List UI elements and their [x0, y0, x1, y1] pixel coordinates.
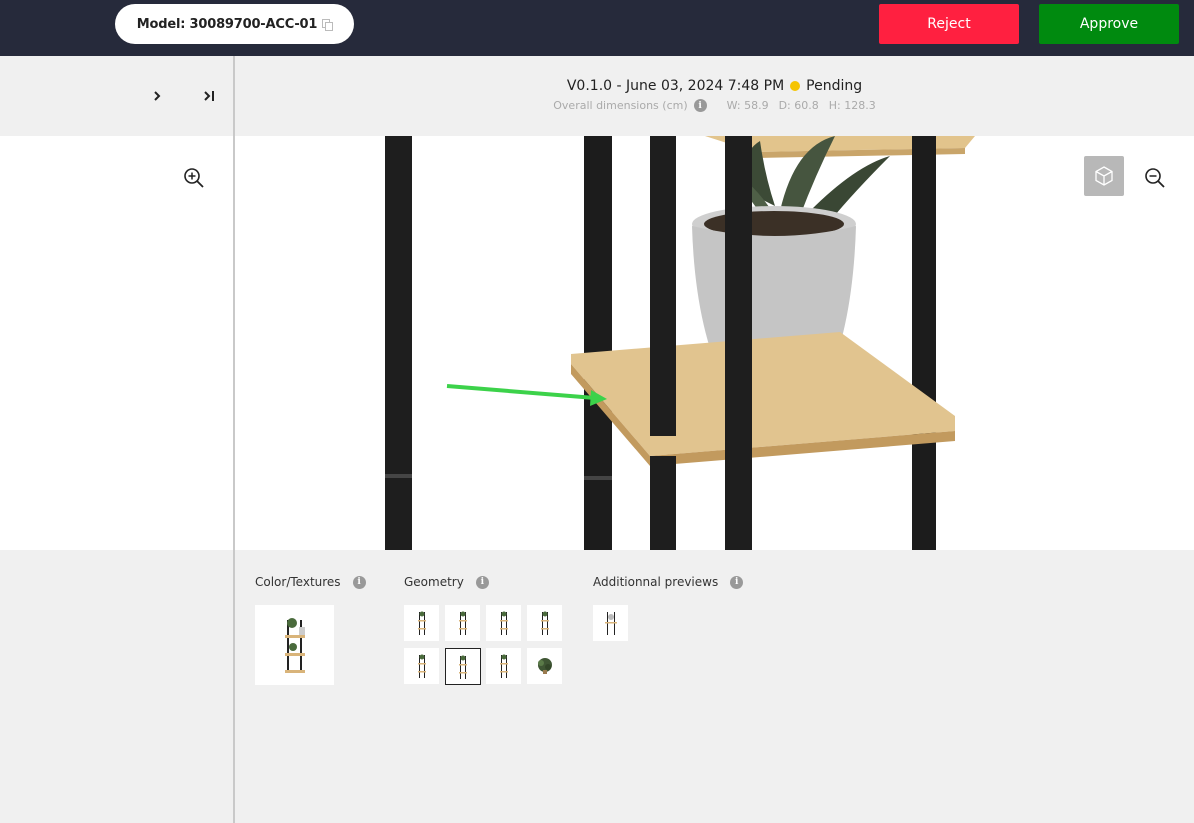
dimension-height: H: 128.3	[828, 99, 876, 112]
additional-preview-thumbnail[interactable]	[593, 605, 628, 641]
version-text: V0.1.0 - June 03, 2024 7:48 PM	[566, 78, 785, 94]
cube-icon	[1095, 166, 1113, 186]
status-dot-icon	[790, 81, 801, 91]
version-header: V0.1.0 - June 03, 2024 7:48 PM Pending O…	[235, 56, 1194, 136]
plant-stand-render	[385, 136, 975, 550]
zoom-in-icon[interactable]	[182, 166, 206, 190]
geometry-thumbnail[interactable]	[486, 648, 521, 684]
expand-full-icon[interactable]	[199, 86, 219, 106]
dimensions-line: Overall dimensions (cm) i W: 58.9 D: 60.…	[235, 99, 1194, 112]
geometry-thumbnail[interactable]	[486, 605, 521, 641]
geometry-thumbnail[interactable]	[527, 605, 562, 641]
geometry-section-label: Geometry i	[404, 575, 489, 589]
3d-view-button[interactable]	[1084, 156, 1124, 196]
reject-button[interactable]: Reject	[879, 4, 1019, 44]
dimension-width: W: 58.9	[726, 99, 769, 112]
geometry-thumbnail[interactable]	[404, 648, 439, 684]
geometry-thumbnail[interactable]	[527, 648, 562, 684]
sidebar-viewer-area	[0, 136, 233, 550]
copy-icon[interactable]	[322, 18, 334, 31]
additional-previews-label: Additionnal previews	[593, 575, 719, 589]
approve-button[interactable]: Approve	[1039, 4, 1179, 44]
color-textures-label: Color/Textures	[255, 575, 341, 589]
dimension-depth: D: 60.8	[778, 99, 819, 112]
model-viewer[interactable]	[235, 136, 1194, 550]
model-id-label: Model: 30089700-ACC-01	[136, 16, 318, 32]
sidebar-divider[interactable]	[233, 56, 235, 823]
dimensions-label: Overall dimensions (cm)	[553, 99, 688, 112]
info-icon[interactable]: i	[693, 99, 707, 112]
info-icon[interactable]: i	[352, 575, 366, 589]
geometry-thumbnail[interactable]	[404, 605, 439, 641]
info-icon[interactable]: i	[730, 575, 744, 589]
geometry-thumbnail[interactable]	[445, 605, 480, 641]
additional-previews-section-label: Additionnal previews i	[593, 575, 744, 589]
status-text: Pending	[806, 78, 863, 94]
color-texture-thumbnail[interactable]	[255, 605, 334, 685]
geometry-label: Geometry	[404, 575, 464, 589]
expand-chevron-icon[interactable]	[147, 86, 167, 106]
color-textures-section-label: Color/Textures i	[255, 575, 366, 589]
geometry-thumbnail-selected[interactable]	[445, 648, 481, 685]
info-icon[interactable]: i	[475, 575, 489, 589]
preview-panel: Color/Textures i Geometry i Additionnal …	[235, 550, 1194, 823]
version-line: V0.1.0 - June 03, 2024 7:48 PM Pending	[235, 78, 1194, 94]
top-bar: Model: 30089700-ACC-01 Reject Approve	[0, 0, 1194, 56]
zoom-out-icon[interactable]	[1143, 166, 1167, 190]
model-id-pill[interactable]: Model: 30089700-ACC-01	[115, 4, 354, 44]
